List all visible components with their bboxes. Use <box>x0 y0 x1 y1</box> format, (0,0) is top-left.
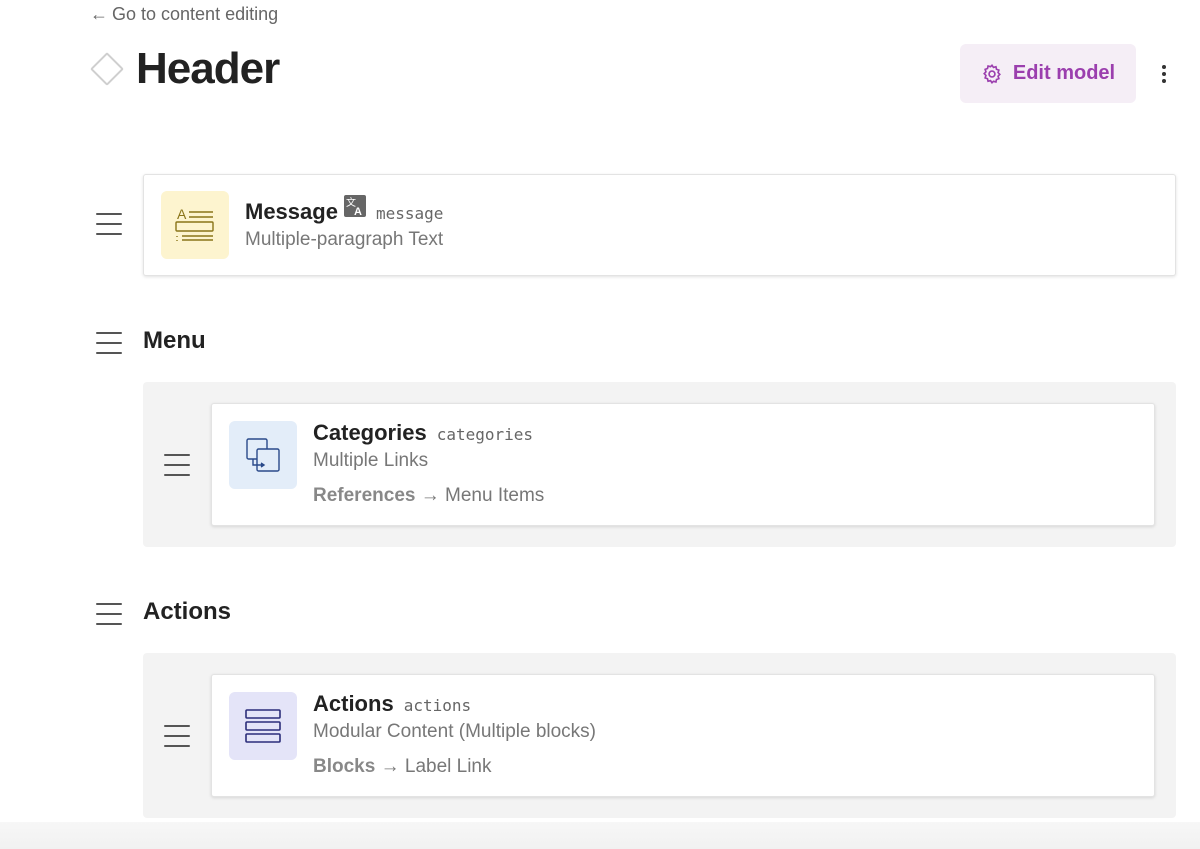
references-target: Menu Items <box>445 485 545 506</box>
blocks-target: Label Link <box>404 756 492 777</box>
back-arrow-icon: ← <box>90 4 108 24</box>
field-type: Modular Content (Multiple blocks) <box>313 721 597 742</box>
edit-model-label: Edit model <box>1012 62 1116 84</box>
page-header: Header <box>90 44 280 94</box>
arrow-right-icon: → <box>420 485 440 506</box>
svg-text:A: A <box>354 206 362 217</box>
drag-handle-fieldset-actions[interactable] <box>96 603 122 625</box>
drag-handle-categories[interactable] <box>164 454 190 476</box>
field-blocks: Blocks → Label Link <box>313 756 492 778</box>
drag-handle-actions[interactable] <box>164 725 190 747</box>
blocks-label: Blocks <box>313 756 376 777</box>
field-api-key: message <box>375 204 444 223</box>
arrow-right-icon: → <box>380 756 400 777</box>
field-api-key: actions <box>403 696 472 715</box>
translate-icon: 文A <box>343 195 366 218</box>
field-type: Multiple-paragraph Text <box>245 229 444 250</box>
more-options-icon[interactable] <box>1150 58 1178 90</box>
references-label: References <box>313 485 416 506</box>
fieldset-title-actions: Actions <box>143 598 232 625</box>
bottom-edge <box>0 822 1200 849</box>
drag-handle-message[interactable] <box>96 213 122 235</box>
modular-content-icon <box>229 692 297 760</box>
back-to-content-link[interactable]: ← Go to content editing <box>90 4 278 25</box>
field-references: References → Menu Items <box>313 485 544 507</box>
gear-icon <box>982 63 1001 84</box>
text-field-icon: A <box>161 191 229 259</box>
edit-model-button[interactable]: Edit model <box>960 44 1136 103</box>
fieldset-title-menu: Menu <box>143 327 206 354</box>
svg-text:A: A <box>177 206 187 222</box>
back-link-label: Go to content editing <box>112 4 279 24</box>
field-card-actions[interactable]: Actions actions Modular Content (Multipl… <box>211 674 1155 797</box>
field-type: Multiple Links <box>313 450 429 471</box>
field-name: Message <box>245 199 338 224</box>
field-card-message[interactable]: A Message 文A message Multiple-paragraph … <box>143 174 1176 276</box>
page-title: Header <box>136 44 280 93</box>
multiple-links-icon <box>229 421 297 489</box>
field-api-key: categories <box>436 425 534 444</box>
field-card-categories[interactable]: Categories categories Multiple Links Ref… <box>211 403 1155 526</box>
field-name: Actions <box>313 691 394 716</box>
field-name: Categories <box>313 420 427 445</box>
model-diamond-icon <box>90 52 124 86</box>
drag-handle-fieldset-menu[interactable] <box>96 332 122 354</box>
